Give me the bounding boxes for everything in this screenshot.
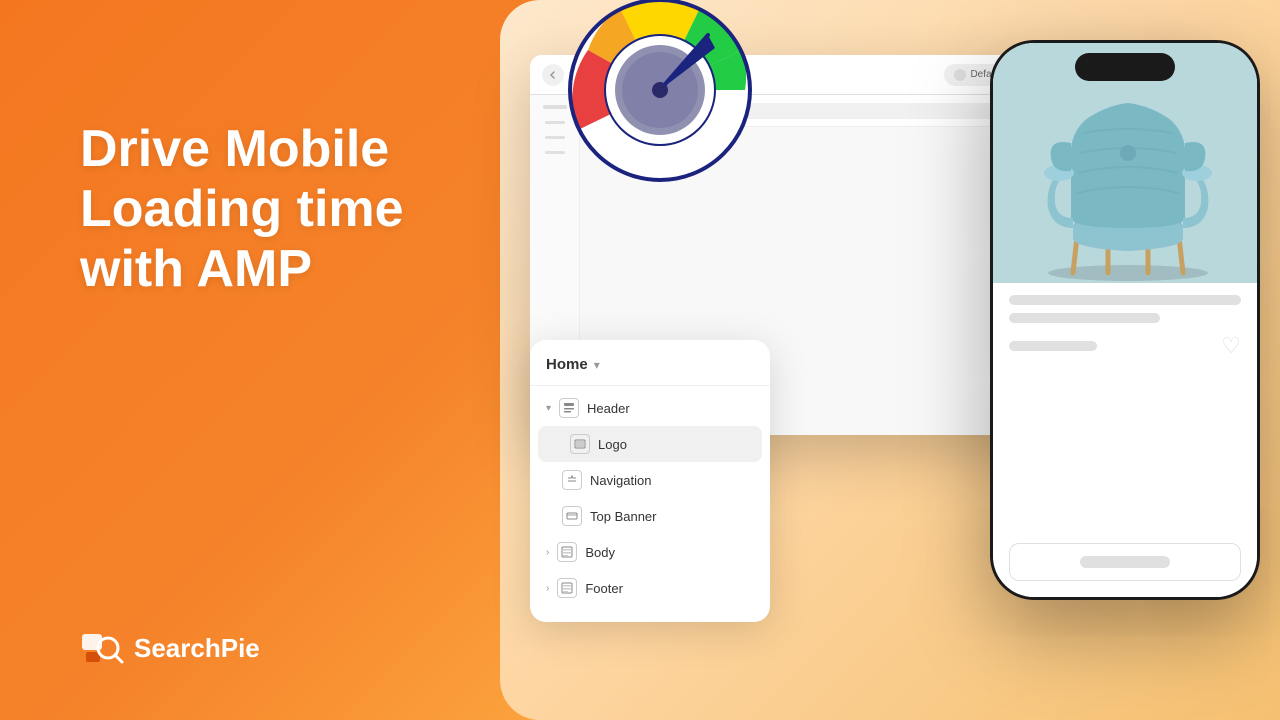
- phone-subtitle-bar: [1009, 313, 1160, 323]
- gauge-svg: [560, 0, 760, 190]
- phone-action-row: ♡: [1009, 333, 1241, 359]
- nav-tree-icon: [562, 470, 582, 490]
- tree-row-top-banner[interactable]: Top Banner: [530, 498, 770, 534]
- searchpie-logo-icon: [80, 626, 124, 670]
- logo-label: Logo: [598, 437, 627, 452]
- tree-title: Home: [546, 356, 588, 373]
- right-panel: Default ▾ Default product ▾: [500, 0, 1280, 720]
- globe-icon: [954, 69, 966, 81]
- header-label: Header: [587, 401, 630, 416]
- phone-screen: ♡: [993, 43, 1257, 597]
- phone-title-bar: [1009, 295, 1241, 305]
- phone-notch: [1075, 53, 1175, 81]
- phone-btn-area: [993, 535, 1257, 597]
- banner-tree-icon: [562, 506, 582, 526]
- footer-tree-icon: [557, 578, 577, 598]
- logo-tree-icon: [570, 434, 590, 454]
- headline-line1: Drive Mobile: [80, 120, 389, 178]
- phone-info: ♡: [993, 283, 1257, 535]
- phone-btn-label: [1080, 556, 1170, 568]
- body-label: Body: [585, 545, 615, 560]
- brand-logo: SearchPie: [80, 626, 260, 670]
- tree-title-chevron: ▾: [594, 358, 600, 372]
- left-content: Drive Mobile Loading time with AMP: [80, 120, 404, 299]
- tree-row-footer[interactable]: › Footer: [530, 570, 770, 606]
- tree-row-body[interactable]: › Body: [530, 534, 770, 570]
- headline: Drive Mobile Loading time with AMP: [80, 120, 404, 299]
- heart-icon[interactable]: ♡: [1221, 333, 1241, 359]
- brand-name: SearchPie: [134, 633, 260, 664]
- phone-inner: ♡: [993, 43, 1257, 597]
- header-chevron-icon: ▾: [546, 403, 551, 414]
- headline-line3: with AMP: [80, 240, 312, 298]
- tree-row-header[interactable]: ▾ Header: [530, 386, 770, 426]
- tree-panel: Home ▾ ▾ Header Logo Navigation: [530, 340, 770, 622]
- footer-chevron-icon: ›: [546, 583, 549, 594]
- body-chevron-icon: ›: [546, 547, 549, 558]
- footer-label: Footer: [585, 581, 623, 596]
- headline-line2: Loading time: [80, 180, 404, 238]
- top-banner-label: Top Banner: [590, 509, 657, 524]
- phone-price-bar: [1009, 341, 1097, 351]
- tree-row-navigation[interactable]: Navigation: [530, 462, 770, 498]
- tree-header: Home ▾: [530, 356, 770, 386]
- tree-row-logo[interactable]: Logo: [538, 426, 762, 462]
- speed-gauge: [560, 0, 760, 190]
- phone-cta-button[interactable]: [1009, 543, 1241, 581]
- navigation-label: Navigation: [590, 473, 651, 488]
- phone-mockup: ♡: [990, 40, 1260, 600]
- header-icon: [559, 398, 579, 418]
- body-tree-icon: [557, 542, 577, 562]
